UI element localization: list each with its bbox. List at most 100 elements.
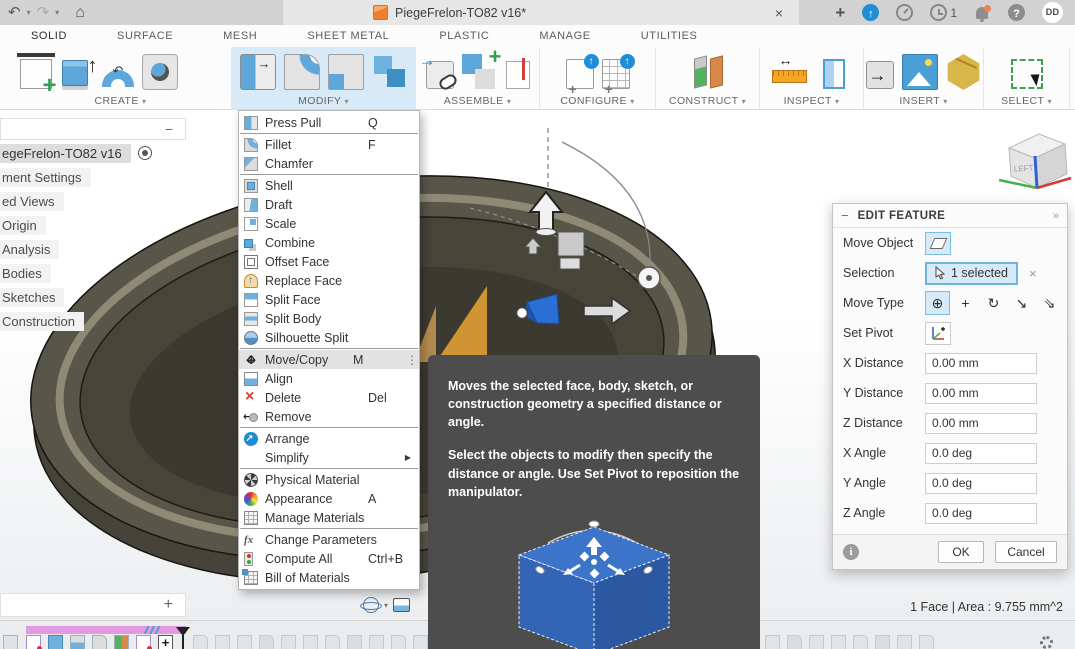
- menu-item-combine[interactable]: Combine: [239, 233, 419, 252]
- menu-item-physical-material[interactable]: Physical Material: [239, 470, 419, 489]
- timeline-future-feature-icon[interactable]: [193, 635, 208, 649]
- menu-item-simplify[interactable]: Simplify▶: [239, 448, 419, 467]
- selection-button[interactable]: 1 selected: [925, 262, 1018, 285]
- item-overflow-icon[interactable]: ⋮: [406, 353, 414, 367]
- browser-collapse-icon[interactable]: −: [165, 121, 173, 137]
- timeline-feature-sketch-icon[interactable]: [26, 635, 41, 649]
- add-button[interactable]: +: [164, 596, 173, 614]
- measure-icon[interactable]: [772, 54, 808, 90]
- browser-item-analysis[interactable]: Analysis: [0, 238, 186, 260]
- move-type-rotate-button[interactable]: ↻: [981, 291, 1006, 315]
- timeline-future-feature-icon[interactable]: [897, 635, 912, 649]
- ok-button[interactable]: OK: [938, 541, 984, 563]
- y-angle-input[interactable]: [925, 473, 1037, 494]
- timeline-future-feature-icon[interactable]: [281, 635, 296, 649]
- timeline-start-icon[interactable]: [3, 635, 18, 649]
- extrude-icon[interactable]: [62, 60, 88, 86]
- undo-dropdown-icon[interactable]: ▾: [27, 8, 31, 17]
- dialog-expand-icon[interactable]: »: [1053, 210, 1059, 222]
- timeline-future-feature-icon[interactable]: [919, 635, 934, 649]
- fillet-icon[interactable]: [284, 54, 320, 90]
- timeline-feature-plane-icon[interactable]: [114, 635, 129, 649]
- menu-item-bill-of-materials[interactable]: Bill of Materials: [239, 568, 419, 587]
- timeline-playhead[interactable]: [182, 635, 184, 649]
- configure-table-icon[interactable]: [602, 59, 630, 89]
- tab-solid[interactable]: SOLID: [6, 25, 92, 47]
- rectangular-pattern-icon[interactable]: [186, 54, 222, 90]
- dialog-header[interactable]: − EDIT FEATURE »: [833, 204, 1067, 228]
- tab-sheet-metal[interactable]: SHEET METAL: [282, 25, 414, 47]
- visibility-radio-icon[interactable]: [138, 146, 152, 160]
- chamfer-icon[interactable]: [328, 54, 364, 90]
- group-label-inspect[interactable]: INSPECT ▾: [784, 95, 840, 107]
- menu-item-change-parameters[interactable]: Change Parameters: [239, 530, 419, 549]
- close-tab-icon[interactable]: ×: [775, 5, 783, 21]
- insert-derive-icon[interactable]: [866, 61, 894, 89]
- menu-item-split-face[interactable]: Split Face: [239, 290, 419, 309]
- menu-item-replace-face[interactable]: Replace Face: [239, 271, 419, 290]
- joint-icon[interactable]: [462, 54, 498, 90]
- group-label-assemble[interactable]: ASSEMBLE ▾: [444, 95, 512, 107]
- help-icon[interactable]: [1008, 4, 1025, 21]
- menu-item-press-pull[interactable]: Press PullQ: [239, 113, 419, 132]
- menu-item-appearance[interactable]: AppearanceA: [239, 489, 419, 508]
- orbit-dropdown-icon[interactable]: ▾: [384, 601, 388, 610]
- display-settings-icon[interactable]: [393, 598, 410, 612]
- user-avatar[interactable]: DD: [1042, 2, 1063, 23]
- create-sketch-icon[interactable]: [20, 59, 52, 89]
- version-history-indicator[interactable]: 1: [930, 4, 957, 21]
- menu-item-offset-face[interactable]: Offset Face: [239, 252, 419, 271]
- browser-item-ed-views[interactable]: ed Views: [0, 190, 186, 212]
- group-label-construct[interactable]: CONSTRUCT ▾: [669, 95, 746, 107]
- timeline-future-feature-icon[interactable]: [809, 635, 824, 649]
- timeline-future-feature-icon[interactable]: [391, 635, 406, 649]
- z-angle-input[interactable]: [925, 503, 1037, 524]
- redo-icon[interactable]: ↷: [37, 0, 50, 25]
- group-label-create[interactable]: CREATE ▾: [95, 95, 147, 107]
- menu-item-arrange[interactable]: Arrange: [239, 429, 419, 448]
- menu-item-silhouette-split[interactable]: Silhouette Split: [239, 328, 419, 347]
- notifications-bell-wrap[interactable]: [974, 4, 991, 21]
- new-document-tab-icon[interactable]: +: [835, 3, 845, 23]
- cancel-button[interactable]: Cancel: [995, 541, 1057, 563]
- timeline-future-feature-icon[interactable]: [853, 635, 868, 649]
- menu-item-scale[interactable]: Scale: [239, 214, 419, 233]
- timeline-future-feature-icon[interactable]: [369, 635, 384, 649]
- browser-item-origin[interactable]: Origin: [0, 214, 186, 236]
- select-window-icon[interactable]: [1011, 59, 1043, 89]
- x-distance-input[interactable]: [925, 353, 1037, 374]
- menu-item-compute-all[interactable]: Compute AllCtrl+B: [239, 549, 419, 568]
- timeline-feature-extrude-icon[interactable]: [48, 635, 63, 649]
- construction-plane-icon[interactable]: [690, 54, 726, 90]
- browser-item-ment-settings[interactable]: ment Settings: [0, 166, 186, 188]
- timeline-future-feature-icon[interactable]: [303, 635, 318, 649]
- new-component-icon[interactable]: [426, 61, 454, 89]
- timeline-feature-move-icon[interactable]: [158, 635, 173, 649]
- menu-item-manage-materials[interactable]: Manage Materials: [239, 508, 419, 527]
- configure-part-icon[interactable]: [566, 59, 594, 89]
- hole-icon[interactable]: [142, 54, 178, 90]
- move-type-point-to-position-button[interactable]: ⇘: [1037, 291, 1062, 315]
- menu-item-align[interactable]: Align: [239, 369, 419, 388]
- menu-item-shell[interactable]: Shell: [239, 176, 419, 195]
- timeline-future-feature-icon[interactable]: [325, 635, 340, 649]
- document-tab[interactable]: PiegeFrelon-TO82 v16* ×: [283, 0, 799, 25]
- orbit-icon[interactable]: [363, 597, 379, 613]
- move-type-point-to-point-button[interactable]: ↘: [1009, 291, 1034, 315]
- section-analysis-icon[interactable]: [823, 59, 845, 89]
- redo-dropdown-icon[interactable]: ▾: [55, 8, 59, 17]
- capture-position-icon[interactable]: [506, 61, 530, 89]
- timeline-future-feature-icon[interactable]: [765, 635, 780, 649]
- usage-gauge-icon[interactable]: [896, 4, 913, 21]
- browser-item-sketches[interactable]: Sketches: [0, 286, 186, 308]
- menu-item-remove[interactable]: Remove: [239, 407, 419, 426]
- timeline-future-feature-icon[interactable]: [787, 635, 802, 649]
- tab-manage[interactable]: MANAGE: [514, 25, 615, 47]
- tab-mesh[interactable]: MESH: [198, 25, 282, 47]
- x-angle-input[interactable]: [925, 443, 1037, 464]
- timeline-future-feature-icon[interactable]: [259, 635, 274, 649]
- timeline-group-bar[interactable]: [26, 626, 186, 634]
- clear-selection-icon[interactable]: ×: [1029, 266, 1037, 281]
- menu-item-chamfer[interactable]: Chamfer: [239, 154, 419, 173]
- browser-item-egefrelon-to82-v16[interactable]: egeFrelon-TO82 v16: [0, 142, 186, 164]
